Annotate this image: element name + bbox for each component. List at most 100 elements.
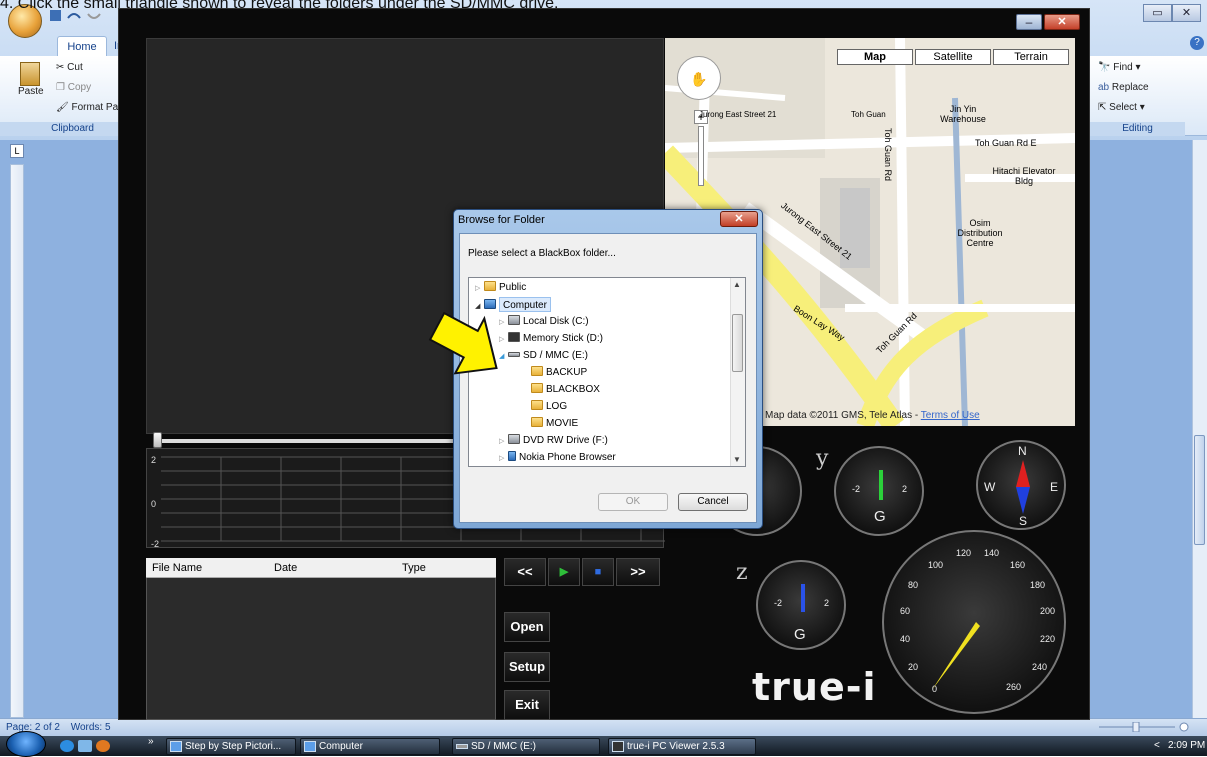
taskbar-item-label: Step by Step Pictori...: [185, 741, 282, 752]
word-vertical-scrollbar[interactable]: [1192, 140, 1207, 718]
setup-button[interactable]: Setup: [504, 652, 550, 682]
tree-item-public[interactable]: ▷ Public: [475, 280, 526, 295]
tree-item-sd-mmc-e[interactable]: ◢ SD / MMC (E:): [499, 348, 588, 363]
phone-icon: [508, 451, 516, 461]
forward-button[interactable]: >>: [616, 558, 660, 586]
tree-item-backup[interactable]: BACKUP: [531, 365, 587, 380]
taskbar-item[interactable]: true-i PC Viewer 2.5.3: [608, 738, 756, 755]
map-type-satellite-button[interactable]: Satellite: [915, 49, 991, 65]
dvd-drive-icon: [508, 434, 520, 444]
start-button[interactable]: [6, 731, 46, 757]
tree-item-dvd-rw-f[interactable]: ▷ DVD RW Drive (F:): [499, 433, 608, 448]
folder-icon: [531, 383, 543, 393]
terms-of-use-link[interactable]: Terms of Use: [921, 410, 980, 421]
tree-item-label: LOG: [546, 401, 568, 412]
tree-item-local-disk-c[interactable]: ▷ Local Disk (C:): [499, 314, 589, 329]
paste-icon: [20, 62, 40, 86]
graph-label-bottom: -2: [151, 539, 160, 549]
map-label: Jurong East Street 21: [699, 110, 777, 119]
exit-button[interactable]: Exit: [504, 690, 550, 720]
memory-stick-icon: [508, 332, 520, 342]
speed-tick: 80: [908, 580, 919, 590]
computer-icon: [304, 741, 316, 752]
tree-item-nokia-phone-browser[interactable]: ▷ Nokia Phone Browser: [499, 450, 616, 465]
column-file-name[interactable]: File Name: [152, 558, 202, 578]
format-painter-button[interactable]: 🖌 Format Pai: [56, 102, 120, 113]
paste-button[interactable]: Paste: [18, 62, 44, 110]
map-pan-control[interactable]: ✋: [677, 56, 721, 100]
stop-button[interactable]: ■: [582, 558, 614, 586]
viewer-minimize-button[interactable]: –: [1016, 14, 1042, 30]
map-zoom-slider[interactable]: [698, 126, 704, 186]
find-label: Find ▾: [1113, 62, 1141, 73]
map-type-map-button[interactable]: Map: [837, 49, 913, 65]
open-button[interactable]: Open: [504, 612, 550, 642]
replace-button[interactable]: ab Replace: [1098, 82, 1149, 93]
quick-launch-more-icon[interactable]: »: [148, 736, 154, 747]
folder-tree[interactable]: ▷ Public ◢ Computer ▷ Local Disk (C:) ▷ Memo…: [468, 277, 746, 467]
tree-item-blackbox[interactable]: BLACKBOX: [531, 382, 600, 397]
dialog-close-button[interactable]: ✕: [720, 211, 758, 227]
zoom-slider[interactable]: [1095, 721, 1190, 733]
rewind-button[interactable]: <<: [504, 558, 546, 586]
map-attribution: Map data ©2011 GMS, Tele Atlas - Terms o…: [765, 410, 980, 421]
folder-icon: [531, 400, 543, 410]
tree-item-log[interactable]: LOG: [531, 399, 567, 414]
taskbar-item-label: true-i PC Viewer 2.5.3: [627, 741, 725, 752]
tree-item-memory-stick-d[interactable]: ▷ Memory Stick (D:): [499, 331, 603, 346]
editing-group-label: Editing: [1090, 122, 1185, 136]
expand-triangle-icon[interactable]: ▷: [475, 281, 484, 296]
column-date[interactable]: Date: [274, 558, 297, 578]
taskbar-item[interactable]: SD / MMC (E:): [452, 738, 600, 755]
computer-icon: [484, 299, 496, 309]
cancel-button[interactable]: Cancel: [678, 493, 748, 511]
format-painter-label: Format Pai: [71, 102, 121, 113]
map-label: Toh Guan: [851, 110, 886, 119]
ie-icon[interactable]: [60, 740, 74, 752]
viewer-close-button[interactable]: ✕: [1044, 14, 1080, 30]
firefox-icon[interactable]: [96, 740, 110, 752]
tree-scroll-thumb[interactable]: [732, 314, 743, 372]
play-button[interactable]: ▶: [548, 558, 580, 586]
select-button[interactable]: ⇱ Select ▾: [1098, 102, 1145, 113]
dialog-prompt: Please select a BlackBox folder...: [468, 248, 616, 259]
true-i-logo: true-i: [752, 665, 877, 709]
word-scroll-thumb[interactable]: [1194, 435, 1205, 545]
taskbar-item[interactable]: Computer: [300, 738, 440, 755]
speed-tick: 220: [1040, 634, 1056, 644]
help-icon[interactable]: ?: [1190, 36, 1204, 50]
brush-icon: 🖌: [56, 102, 72, 113]
tree-item-movie[interactable]: MOVIE: [531, 416, 578, 431]
seek-thumb[interactable]: [153, 432, 162, 448]
word-status-bar: Page: 2 of 2 Words: 5: [0, 718, 1207, 736]
copy-button[interactable]: ❐ Copy: [56, 82, 91, 93]
speed-tick: 40: [900, 634, 911, 644]
status-words[interactable]: Words: 5: [71, 722, 111, 733]
tab-selector[interactable]: L: [10, 144, 24, 158]
z-gauge: -2 2 G: [756, 560, 846, 650]
tree-scroll-up-icon[interactable]: ▲: [733, 280, 741, 289]
tray-expand-icon[interactable]: <: [1154, 738, 1160, 753]
y-gauge: -2 2 G: [834, 446, 924, 536]
z-axis-label: z: [736, 560, 748, 585]
tree-scrollbar[interactable]: [730, 278, 745, 466]
tree-scroll-down-icon[interactable]: ▼: [733, 455, 741, 464]
y-axis-label: y: [816, 446, 829, 471]
clock[interactable]: 2:09 PM: [1168, 738, 1205, 753]
column-type[interactable]: Type: [402, 558, 426, 578]
graph-label-mid: 0: [151, 499, 157, 509]
find-button[interactable]: 🔭 Find ▾: [1098, 62, 1141, 73]
show-desktop-icon[interactable]: [78, 740, 92, 752]
expand-triangle-icon[interactable]: ▷: [499, 434, 508, 449]
tree-item-computer[interactable]: ◢ Computer: [475, 297, 551, 312]
tree-item-label: BACKUP: [546, 367, 588, 378]
map-label: Toh Guan Rd E: [975, 138, 1037, 148]
taskbar-item[interactable]: Step by Step Pictori...: [166, 738, 296, 755]
map-type-terrain-button[interactable]: Terrain: [993, 49, 1069, 65]
tab-home[interactable]: Home: [57, 36, 107, 56]
cut-button[interactable]: ✂ Cut: [56, 62, 83, 73]
expand-triangle-icon[interactable]: ▷: [499, 451, 508, 466]
ok-button[interactable]: OK: [598, 493, 668, 511]
word-document-margin-right: [1090, 140, 1207, 718]
file-list[interactable]: [146, 558, 496, 720]
